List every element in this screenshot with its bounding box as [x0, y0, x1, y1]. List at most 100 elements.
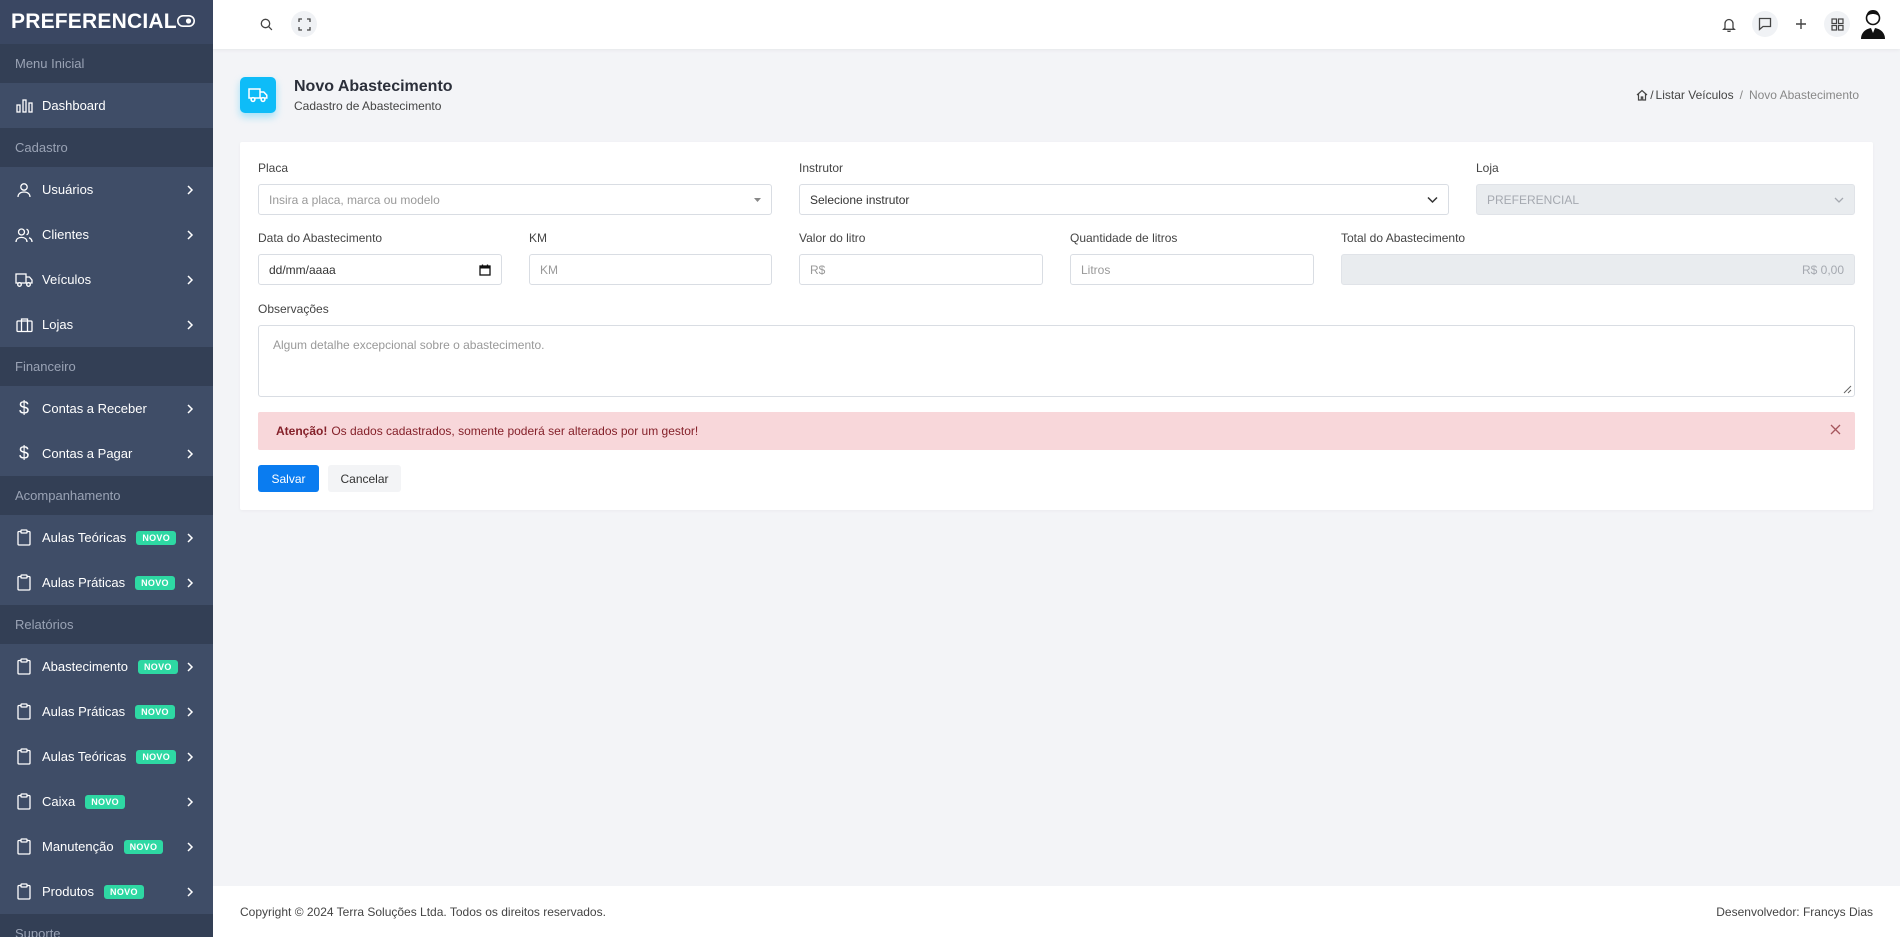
sidebar-item-label: Aulas Práticas: [42, 704, 126, 719]
alert-text: Os dados cadastrados, somente poderá ser…: [331, 424, 699, 438]
home-icon[interactable]: [1636, 89, 1648, 101]
sidebar-item-label: Aulas Teóricas: [42, 530, 127, 545]
clipboard-icon: [15, 883, 33, 901]
new-badge: NOVO: [136, 749, 177, 764]
total-value: R$ 0,00: [1801, 262, 1844, 277]
sidebar-item-rel-aulas-teoricas[interactable]: Aulas Teóricas NOVO: [0, 734, 213, 779]
total-label: Total do Abastecimento: [1341, 231, 1466, 245]
chevron-right-icon: [187, 184, 194, 195]
instrutor-value: Selecione instrutor: [810, 192, 910, 207]
breadcrumb-current: Novo Abastecimento: [1748, 88, 1859, 102]
briefcase-icon: [15, 316, 33, 334]
avatar[interactable]: [1860, 9, 1886, 39]
calendar-icon[interactable]: [479, 264, 491, 276]
instrutor-select[interactable]: Selecione instrutor: [799, 184, 1449, 215]
clipboard-icon: [15, 658, 33, 676]
clipboard-icon: [15, 574, 33, 592]
sidebar-item-label: Caixa: [42, 794, 76, 809]
dollar-icon: $: [18, 443, 29, 463]
sidebar-item-contas-pagar[interactable]: $ Contas a Pagar: [0, 431, 213, 476]
sidebar-item-aulas-praticas[interactable]: Aulas Práticas NOVO: [0, 560, 213, 605]
grid-icon[interactable]: [1824, 11, 1850, 37]
bell-icon[interactable]: [1716, 11, 1742, 37]
chevron-right-icon: [187, 796, 194, 807]
sidebar-item-label: Contas a Receber: [42, 401, 147, 416]
sidebar-toggle-icon[interactable]: [177, 14, 195, 30]
sidebar-item-lojas[interactable]: Lojas: [0, 302, 213, 347]
chevron-right-icon: [187, 532, 194, 543]
dollar-icon: $: [18, 398, 29, 418]
new-badge: NOVO: [138, 659, 178, 674]
observacoes-label: Observações: [258, 302, 329, 316]
data-input[interactable]: dd/mm/aaaa: [258, 254, 502, 285]
sidebar-item-rel-abastecimento[interactable]: Abastecimento NOVO: [0, 644, 213, 689]
close-icon[interactable]: [1830, 424, 1841, 435]
sidebar-item-rel-manutencao[interactable]: Manutenção NOVO: [0, 824, 213, 869]
plus-icon[interactable]: [1788, 11, 1814, 37]
chevron-right-icon: [187, 319, 194, 330]
valor-input[interactable]: R$: [799, 254, 1043, 285]
chevron-right-icon: [187, 886, 194, 897]
sidebar-item-veiculos[interactable]: Veículos: [0, 257, 213, 302]
observacoes-textarea[interactable]: Algum detalhe excepcional sobre o abaste…: [258, 325, 1855, 397]
breadcrumb-parent-link[interactable]: Listar Veículos: [1656, 88, 1734, 102]
cancel-button[interactable]: Cancelar: [328, 465, 401, 492]
valor-placeholder: R$: [810, 262, 826, 277]
chevron-right-icon: [187, 229, 194, 240]
sidebar-item-label: Contas a Pagar: [42, 446, 133, 461]
new-badge: NOVO: [85, 794, 125, 809]
sidebar-item-label: Aulas Práticas: [42, 575, 126, 590]
section-acompanhamento: Acompanhamento: [0, 476, 213, 515]
sidebar-item-rel-produtos[interactable]: Produtos NOVO: [0, 869, 213, 914]
loja-label: Loja: [1476, 161, 1499, 175]
caret-down-icon: [754, 197, 761, 202]
sidebar-item-dashboard[interactable]: Dashboard: [0, 83, 213, 128]
search-icon[interactable]: [253, 11, 279, 37]
new-badge: NOVO: [135, 575, 175, 590]
footer-copyright: Copyright © 2024 Terra Soluções Ltda. To…: [240, 904, 606, 919]
sidebar-item-label: Aulas Teóricas: [42, 749, 127, 764]
observacoes-placeholder: Algum detalhe excepcional sobre o abaste…: [273, 338, 545, 352]
form-card: Placa Insira a placa, marca ou modelo In…: [240, 142, 1873, 510]
sidebar-item-rel-aulas-praticas[interactable]: Aulas Práticas NOVO: [0, 689, 213, 734]
chat-icon[interactable]: [1752, 11, 1778, 37]
placa-label: Placa: [258, 161, 289, 175]
sidebar-item-usuarios[interactable]: Usuários: [0, 167, 213, 212]
section-menu-inicial: Menu Inicial: [0, 44, 213, 83]
page-subtitle: Cadastro de Abastecimento: [294, 98, 442, 113]
instrutor-label: Instrutor: [799, 161, 844, 175]
sidebar-item-rel-caixa[interactable]: Caixa NOVO: [0, 779, 213, 824]
save-button[interactable]: Salvar: [258, 465, 319, 492]
km-input[interactable]: KM: [529, 254, 772, 285]
sidebar-item-label: Manutenção: [42, 839, 114, 854]
section-financeiro: Financeiro: [0, 347, 213, 386]
new-badge: NOVO: [123, 839, 164, 854]
sidebar-item-clientes[interactable]: Clientes: [0, 212, 213, 257]
sidebar-item-label: Clientes: [42, 227, 89, 242]
valor-label: Valor do litro: [799, 231, 866, 245]
total-output: R$ 0,00: [1341, 254, 1855, 285]
footer: Copyright © 2024 Terra Soluções Ltda. To…: [213, 886, 1900, 937]
resize-handle-icon[interactable]: [1843, 385, 1852, 394]
chevron-right-icon: [187, 751, 194, 762]
quantidade-input[interactable]: Litros: [1070, 254, 1314, 285]
breadcrumb-prefix: /: [1650, 88, 1654, 102]
chevron-down-icon: [1427, 196, 1438, 203]
placa-select[interactable]: Insira a placa, marca ou modelo: [258, 184, 772, 215]
sidebar-item-label: Lojas: [42, 317, 74, 332]
quantidade-label: Quantidade de litros: [1070, 231, 1178, 245]
truck-icon: [15, 271, 33, 289]
clipboard-icon: [15, 793, 33, 811]
page-header: Novo Abastecimento Cadastro de Abastecim…: [240, 77, 453, 113]
sidebar-item-contas-receber[interactable]: $ Contas a Receber: [0, 386, 213, 431]
new-badge: NOVO: [135, 704, 175, 719]
loja-select: PREFERENCIAL: [1476, 184, 1855, 215]
truck-icon: [240, 77, 276, 113]
sidebar-item-label: Dashboard: [42, 98, 106, 113]
new-badge: NOVO: [136, 530, 177, 545]
alert-strong: Atenção!: [276, 424, 328, 438]
topbar: [213, 0, 1900, 49]
fullscreen-icon[interactable]: [291, 11, 317, 37]
sidebar-item-label: Produtos: [42, 884, 95, 899]
sidebar-item-aulas-teoricas[interactable]: Aulas Teóricas NOVO: [0, 515, 213, 560]
